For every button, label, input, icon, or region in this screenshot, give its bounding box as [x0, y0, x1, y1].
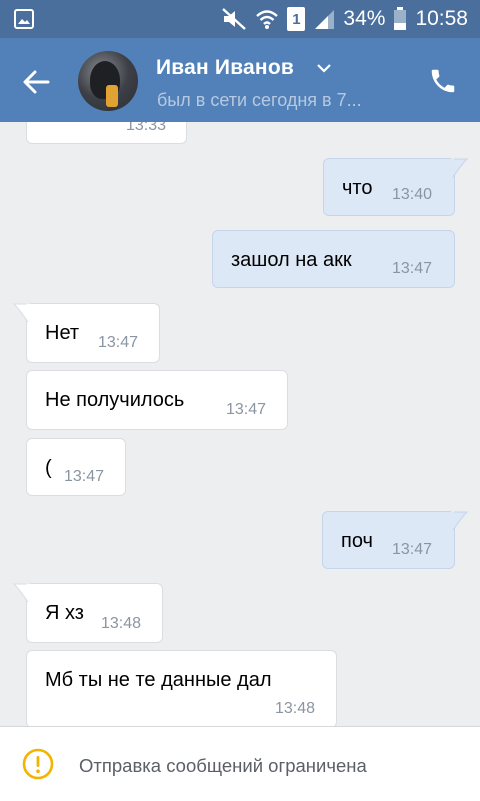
message-incoming[interactable]: 13:33 [26, 122, 187, 144]
signal-icon [315, 10, 335, 29]
message-time: 13:48 [275, 700, 316, 717]
battery-percent: 34% [343, 7, 386, 30]
message-incoming[interactable]: Не получилось 13:47 [26, 370, 288, 430]
message-text: Я хз [45, 602, 84, 624]
phone-icon[interactable] [428, 66, 458, 96]
message-incoming[interactable]: Мб ты не те данные дал 13:48 [26, 650, 337, 726]
battery-icon [394, 7, 407, 30]
restriction-bar: Отправка сообщений ограничена [0, 726, 480, 801]
message-time: 13:47 [392, 260, 433, 277]
message-time: 13:40 [392, 186, 433, 203]
mute-icon [222, 8, 247, 30]
message-outgoing[interactable]: поч 13:47 [322, 511, 468, 569]
message-list[interactable]: 13:33 что 13:40 зашол на акк 13:47 Нет 1… [0, 122, 480, 726]
restriction-message: Отправка сообщений ограничена [79, 755, 367, 776]
avatar[interactable] [78, 51, 138, 111]
message-time: 13:33 [126, 122, 167, 134]
wifi-icon [256, 10, 279, 29]
message-time: 13:47 [98, 334, 139, 351]
contact-name[interactable]: Иван Иванов [156, 56, 294, 80]
message-outgoing[interactable]: что 13:40 [323, 158, 468, 216]
back-arrow-icon[interactable] [20, 66, 52, 98]
clock: 10:58 [415, 7, 468, 30]
message-text: поч [341, 530, 373, 552]
message-incoming[interactable]: ( 13:47 [26, 438, 126, 496]
chevron-down-icon[interactable] [316, 60, 332, 76]
message-time: 13:47 [226, 401, 267, 418]
message-time: 13:47 [64, 468, 105, 485]
message-time: 13:47 [392, 541, 433, 558]
status-bar: 1 34% 10:58 [0, 0, 480, 38]
message-incoming[interactable]: Я хз 13:48 [13, 583, 163, 643]
message-outgoing[interactable]: зашол на акк 13:47 [212, 230, 455, 288]
warning-icon [22, 748, 54, 780]
chat-header: Иван Иванов был в сети сегодня в 7... [0, 38, 480, 122]
message-text: зашол на акк [231, 249, 352, 271]
last-seen-status: был в сети сегодня в 7... [157, 90, 362, 110]
sim-icon: 1 [287, 7, 306, 31]
message-text: Не получилось [45, 389, 185, 411]
sim-number: 1 [292, 10, 301, 28]
message-time: 13:48 [101, 615, 142, 632]
message-text: что [342, 177, 373, 199]
message-incoming[interactable]: Нет 13:47 [13, 303, 160, 363]
message-text: Нет [45, 322, 80, 344]
message-text: ( [45, 457, 52, 479]
message-text: Мб ты не те данные дал [45, 669, 272, 691]
image-icon [14, 9, 34, 29]
